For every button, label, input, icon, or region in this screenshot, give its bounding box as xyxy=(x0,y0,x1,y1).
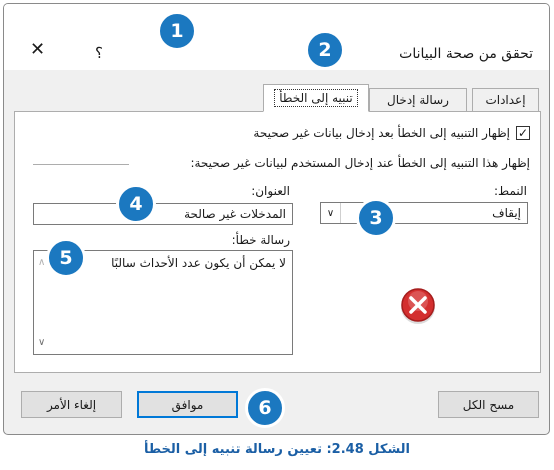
chevron-down-icon[interactable]: ∨ xyxy=(321,203,341,223)
callout-6: 6 xyxy=(245,388,285,428)
callout-3: 3 xyxy=(356,198,396,238)
ok-button[interactable]: موافق xyxy=(137,391,238,418)
scroll-down-icon[interactable]: ∨ xyxy=(38,337,45,348)
style-select[interactable]: إيقاف ∨ xyxy=(320,202,528,224)
show-error-alert-option[interactable]: ✓ إظهار التنبيه إلى الخطأ بعد إدخال بيان… xyxy=(253,126,530,140)
style-select-value: إيقاف xyxy=(492,206,521,220)
section-label: إظهار هذا التنبيه إلى الخطأ عند إدخال ال… xyxy=(190,156,530,170)
scroll-up-icon[interactable]: ∧ xyxy=(38,257,45,268)
callout-5: 5 xyxy=(46,238,86,278)
dialog-title: تحقق من صحة البيانات xyxy=(399,46,533,62)
show-error-alert-checkbox[interactable]: ✓ xyxy=(516,126,530,140)
error-message-value: لا يمكن أن يكون عدد الأحداث سالبًا xyxy=(111,256,286,270)
cancel-button[interactable]: إلغاء الأمر xyxy=(21,391,122,418)
error-alert-panel: ✓ إظهار التنبيه إلى الخطأ بعد إدخال بيان… xyxy=(14,111,541,373)
close-button[interactable]: ✕ xyxy=(30,41,45,59)
data-validation-dialog: تحقق من صحة البيانات ؟ ✕ إعدادات رسالة إ… xyxy=(3,3,550,435)
tab-strip: إعدادات رسالة إدخال تنبيه إلى الخطأ xyxy=(4,70,549,112)
tab-input-message[interactable]: رسالة إدخال xyxy=(369,88,467,112)
title-label: العنوان: xyxy=(251,184,290,198)
title-input-value: المدخلات غير صالحة xyxy=(184,207,286,221)
callout-4: 4 xyxy=(116,184,156,224)
tab-settings[interactable]: إعدادات xyxy=(472,88,539,112)
callout-1: 1 xyxy=(157,11,197,51)
callout-2: 2 xyxy=(305,30,345,70)
figure-caption: الشكل 2.48: تعيين رسالة تنبيه إلى الخطأ xyxy=(143,442,411,457)
title-input[interactable]: المدخلات غير صالحة xyxy=(33,203,293,225)
stop-error-icon xyxy=(401,288,435,324)
help-button[interactable]: ؟ xyxy=(95,44,103,62)
error-message-label: رسالة خطأ: xyxy=(231,233,290,247)
dialog-titlebar: تحقق من صحة البيانات ؟ ✕ xyxy=(4,4,549,70)
clear-all-button[interactable]: مسح الكل xyxy=(438,391,539,418)
show-error-alert-label: إظهار التنبيه إلى الخطأ بعد إدخال بيانات… xyxy=(253,126,510,140)
style-label: النمط: xyxy=(494,184,527,198)
section-divider xyxy=(33,164,129,165)
tab-error-alert[interactable]: تنبيه إلى الخطأ xyxy=(263,84,369,112)
